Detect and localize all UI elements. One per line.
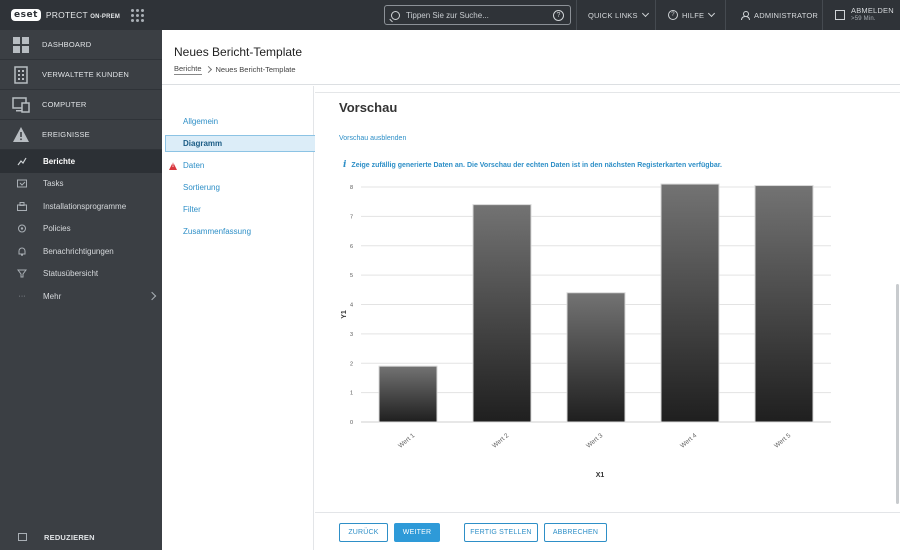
step-chart[interactable]: Diagramm [165, 135, 323, 152]
wizard-steps: Allgemein Diagramm Daten Sortierung Filt… [162, 86, 323, 550]
search-input[interactable] [406, 10, 546, 20]
breadcrumb-current: Neues Bericht-Template [215, 65, 296, 74]
step-general[interactable]: Allgemein [183, 117, 218, 126]
chart-bar [566, 292, 626, 423]
scrollbar[interactable] [896, 284, 899, 504]
y-tick-label: 7 [350, 214, 353, 220]
x-tick-label: Wert 2 [491, 432, 510, 450]
y-tick-label: 6 [350, 244, 353, 250]
page-header: Neues Bericht-Template Berichte Neues Be… [162, 30, 900, 85]
search-box[interactable]: ? [384, 5, 571, 25]
search-help-icon[interactable]: ? [553, 9, 564, 21]
eset-logo: eset [11, 9, 41, 21]
x-tick-label: Wert 1 [397, 432, 416, 450]
logout-button[interactable]: ABMELDEN >59 Min. [835, 0, 894, 30]
breadcrumb: Berichte Neues Bericht-Template [174, 64, 296, 75]
y-tick-label: 4 [350, 303, 353, 309]
next-button[interactable]: WEITER [394, 523, 440, 542]
search-icon [391, 10, 400, 20]
reports-icon [17, 157, 27, 166]
sidebar-item-tasks[interactable]: Tasks [0, 173, 162, 196]
chevron-down-icon [641, 9, 649, 18]
sidebar-item-reports[interactable]: Berichte [0, 150, 162, 173]
warning-icon [12, 126, 30, 144]
more-icon: ··· [18, 292, 26, 300]
x-tick-label: Wert 4 [679, 432, 698, 450]
policies-icon [17, 224, 27, 233]
brand[interactable]: eset PROTECT ON-PREM [0, 0, 162, 30]
bar-chart: 0 1 2 3 4 5 6 7 8 Wert 1 Wert 2 Wert 3 Wert 4 Wert 5 Y… [341, 183, 831, 479]
logout-icon [835, 10, 845, 20]
help-menu[interactable]: ? HILFE [668, 0, 716, 30]
step-filter[interactable]: Filter [183, 205, 201, 214]
product-name: PROTECT ON-PREM [45, 10, 121, 20]
sidebar-item-dashboard[interactable]: DASHBOARD [0, 30, 162, 60]
session-time: >59 Min. [851, 16, 876, 22]
building-icon [12, 65, 30, 84]
divider [576, 0, 577, 30]
collapse-icon [18, 533, 27, 541]
sidebar-item-events[interactable]: EREIGNISSE [0, 120, 162, 150]
preview-title: Vorschau [339, 100, 398, 115]
y-tick-label: 2 [350, 361, 353, 367]
top-bar: eset PROTECT ON-PREM ? QUICK LINKS ?HILF… [0, 0, 900, 30]
info-message: i Zeige zufällig generierte Daten an. Di… [343, 160, 723, 170]
sidebar-item-managed-customers[interactable]: VERWALTETE KUNDEN [0, 60, 162, 90]
divider [315, 92, 900, 93]
wizard-footer: ZURÜCK WEITER FERTIG STELLEN ABBRECHEN [315, 512, 900, 550]
sidebar: DASHBOARD VERWALTETE KUNDEN COMPUTER ERE… [0, 30, 162, 550]
sidebar-item-installers[interactable]: Installationsprogramme [0, 195, 162, 218]
y-tick-label: 8 [350, 185, 353, 191]
info-icon: i [343, 160, 347, 170]
page-title: Neues Bericht-Template [174, 45, 303, 59]
x-axis-label: X1 [596, 472, 605, 479]
tasks-icon [17, 179, 27, 188]
sidebar-item-policies[interactable]: Policies [0, 218, 162, 241]
chevron-right-icon [204, 65, 212, 74]
x-tick-label: Wert 3 [585, 432, 604, 450]
y-tick-label: 5 [350, 273, 353, 279]
preview-panel: Vorschau Vorschau ausblenden i Zeige zuf… [315, 86, 900, 512]
step-summary[interactable]: Zusammenfassung [183, 227, 251, 236]
chart-bar [660, 183, 720, 423]
y-tick-label: 0 [350, 420, 353, 426]
user-icon [741, 10, 750, 20]
notifications-icon [17, 247, 27, 256]
sidebar-item-computer[interactable]: COMPUTER [0, 90, 162, 120]
y-tick-label: 1 [350, 391, 353, 397]
y-axis-label: Y1 [341, 310, 348, 319]
chart-bar [472, 204, 532, 423]
cancel-button[interactable]: ABBRECHEN [544, 523, 607, 542]
chart-bar [378, 365, 438, 423]
chevron-right-icon [147, 292, 157, 301]
chart-bar [754, 185, 814, 423]
warning-icon [169, 162, 177, 170]
status-icon [17, 269, 27, 278]
finish-button[interactable]: FERTIG STELLEN [464, 523, 538, 542]
divider [822, 0, 823, 30]
sidebar-item-more[interactable]: ··· Mehr [0, 285, 162, 308]
back-button[interactable]: ZURÜCK [339, 523, 388, 542]
divider [655, 0, 656, 30]
breadcrumb-reports-link[interactable]: Berichte [174, 64, 202, 75]
sidebar-item-notifications[interactable]: Benachrichtigungen [0, 240, 162, 263]
dashboard-icon [12, 36, 30, 54]
help-icon: ? [668, 10, 678, 20]
collapse-sidebar-button[interactable]: REDUZIEREN [0, 524, 162, 550]
quick-links-menu[interactable]: QUICK LINKS [588, 0, 649, 30]
divider [725, 0, 726, 30]
user-menu[interactable]: ADMINISTRATOR [741, 0, 818, 30]
step-sorting[interactable]: Sortierung [183, 183, 220, 192]
x-tick-label: Wert 5 [773, 432, 792, 450]
step-data[interactable]: Daten [183, 161, 204, 170]
app-grid-icon[interactable] [131, 8, 145, 22]
y-tick-label: 3 [350, 332, 353, 338]
installer-icon [17, 201, 27, 211]
sidebar-item-status-overview[interactable]: Statusübersicht [0, 263, 162, 286]
hide-preview-link[interactable]: Vorschau ausblenden [339, 135, 406, 142]
chevron-down-icon [708, 9, 716, 18]
monitor-icon [12, 96, 30, 114]
